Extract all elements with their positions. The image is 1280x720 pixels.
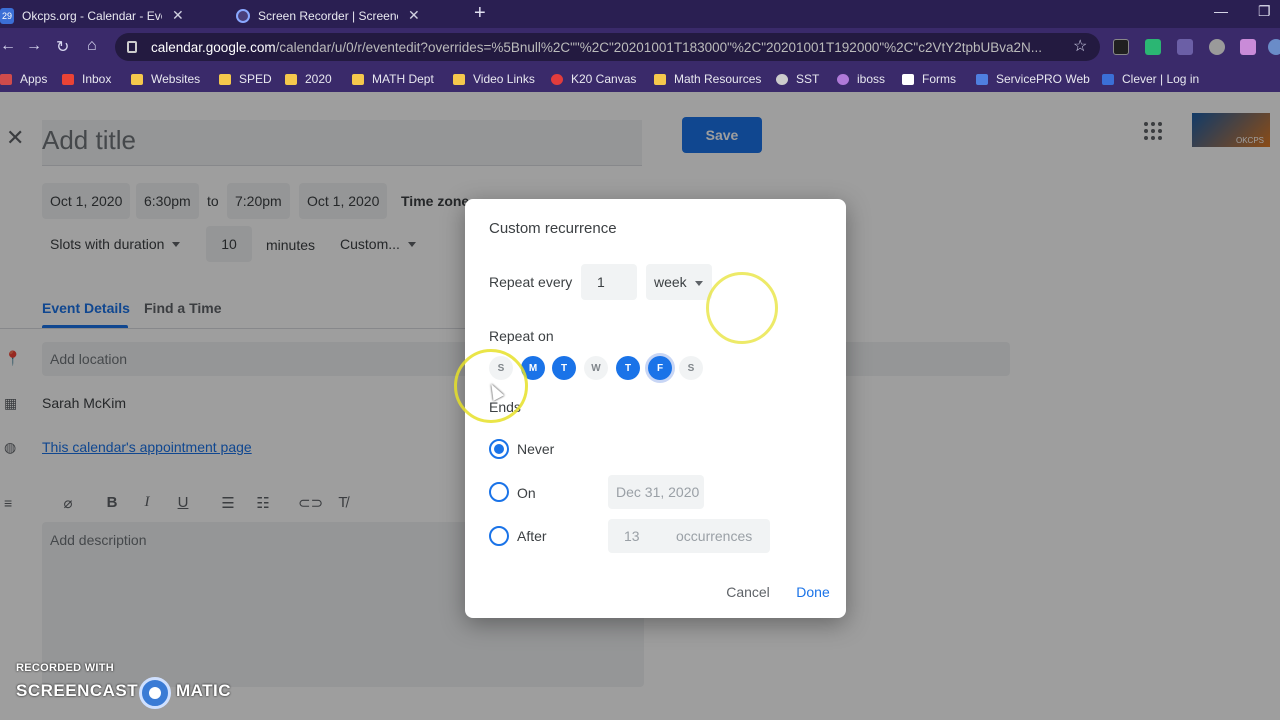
day-saturday-toggle[interactable]: S bbox=[679, 356, 703, 380]
folder-icon bbox=[654, 73, 666, 85]
extensions-puzzle-icon[interactable] bbox=[1240, 39, 1256, 55]
minimize-icon[interactable]: — bbox=[1214, 3, 1228, 19]
new-tab-button[interactable]: + bbox=[474, 2, 486, 25]
forms-icon bbox=[902, 73, 914, 85]
tab-bar: 29 Okcps.org - Calendar - Event det ✕ Sc… bbox=[0, 0, 1280, 28]
watermark-brand-right: MATIC bbox=[176, 681, 232, 700]
folder-icon bbox=[131, 73, 143, 85]
ends-on-radio[interactable] bbox=[489, 482, 509, 502]
bookmark-iboss[interactable]: iboss bbox=[837, 72, 885, 86]
url-host: calendar.google.com bbox=[151, 39, 276, 55]
end-date-input[interactable]: Dec 31, 2020 bbox=[608, 475, 704, 509]
bookmark-forms[interactable]: Forms bbox=[902, 72, 956, 86]
occurrences-label: occurrences bbox=[676, 528, 753, 544]
close-tab-icon[interactable]: ✕ bbox=[408, 7, 420, 24]
bookmark-math-resources[interactable]: Math Resources bbox=[654, 72, 761, 86]
address-bar[interactable]: calendar.google.com /calendar/u/0/r/even… bbox=[115, 33, 1100, 61]
screencast-favicon-icon bbox=[236, 8, 250, 23]
bookmark-websites[interactable]: Websites bbox=[131, 72, 200, 86]
ends-on-label: On bbox=[517, 485, 536, 501]
tab-title: Screen Recorder | Screencast-O- bbox=[258, 8, 398, 23]
bookmark-2020[interactable]: 2020 bbox=[285, 72, 332, 86]
restore-icon[interactable]: ❐ bbox=[1258, 3, 1271, 20]
ends-never-label: Never bbox=[517, 441, 555, 457]
custom-recurrence-dialog bbox=[465, 199, 846, 618]
done-button[interactable]: Done bbox=[788, 578, 838, 606]
folder-icon bbox=[285, 73, 297, 85]
tab-title: Okcps.org - Calendar - Event det bbox=[22, 8, 162, 23]
bookmark-apps[interactable]: Apps bbox=[0, 72, 47, 86]
browser-tab-screencast[interactable]: Screen Recorder | Screencast-O- ✕ bbox=[226, 3, 456, 28]
bookmark-video-links[interactable]: Video Links bbox=[453, 72, 535, 86]
bookmarks-bar: Apps Inbox Websites SPED 2020 MATH Dept … bbox=[0, 66, 1280, 92]
reload-icon[interactable]: ↻ bbox=[56, 37, 69, 57]
extension-gray-icon[interactable] bbox=[1209, 39, 1225, 55]
bookmark-star-icon[interactable]: ☆ bbox=[1073, 36, 1087, 56]
clever-icon bbox=[1102, 73, 1114, 85]
url-path: /calendar/u/0/r/eventedit?overrides=%5Bn… bbox=[275, 39, 1043, 55]
servicepro-icon bbox=[976, 73, 988, 85]
cancel-button[interactable]: Cancel bbox=[717, 578, 779, 606]
browser-tab-calendar[interactable]: 29 Okcps.org - Calendar - Event det ✕ bbox=[0, 3, 222, 28]
calendar-favicon-icon: 29 bbox=[0, 7, 14, 24]
sst-icon bbox=[776, 73, 788, 85]
day-wednesday-toggle[interactable]: W bbox=[584, 356, 608, 380]
profile-avatar[interactable] bbox=[1268, 39, 1280, 55]
lock-icon bbox=[127, 41, 137, 53]
bookmark-clever[interactable]: Clever | Log in bbox=[1102, 72, 1199, 86]
folder-icon bbox=[352, 73, 364, 85]
watermark-brand-left: SCREENCAST bbox=[16, 681, 139, 700]
bookmark-k20-canvas[interactable]: K20 Canvas bbox=[551, 72, 636, 86]
extension-green-icon[interactable] bbox=[1145, 39, 1161, 55]
dropdown-caret-icon bbox=[694, 280, 703, 286]
extension-on-icon[interactable] bbox=[1113, 39, 1129, 55]
screencast-logo-icon bbox=[139, 677, 171, 709]
repeat-every-label: Repeat every bbox=[489, 274, 573, 290]
bookmark-sst[interactable]: SST bbox=[776, 72, 819, 86]
repeat-unit-select[interactable]: week bbox=[646, 264, 712, 300]
iboss-icon bbox=[837, 73, 849, 85]
navigation-bar: ← → ↻ ⌂ calendar.google.com /calendar/u/… bbox=[0, 28, 1280, 66]
watermark-caption: RECORDED WITH bbox=[16, 662, 115, 674]
canvas-icon bbox=[551, 73, 563, 85]
day-friday-toggle[interactable]: F bbox=[648, 356, 672, 380]
extension-chart-icon[interactable] bbox=[1177, 39, 1193, 55]
repeat-on-label: Repeat on bbox=[489, 328, 554, 344]
day-tuesday-toggle[interactable]: T bbox=[552, 356, 576, 380]
home-icon[interactable]: ⌂ bbox=[87, 37, 97, 55]
bookmark-sped[interactable]: SPED bbox=[219, 72, 272, 86]
close-tab-icon[interactable]: ✕ bbox=[172, 7, 184, 24]
day-thursday-toggle[interactable]: T bbox=[616, 356, 640, 380]
occurrences-count: 13 bbox=[624, 528, 640, 544]
dialog-title: Custom recurrence bbox=[489, 220, 617, 237]
ends-never-radio[interactable] bbox=[489, 439, 509, 459]
gmail-icon bbox=[62, 73, 74, 85]
repeat-interval-input[interactable]: 1 bbox=[581, 264, 637, 300]
click-highlight-ring bbox=[706, 272, 778, 344]
bookmark-math-dept[interactable]: MATH Dept bbox=[352, 72, 434, 86]
folder-icon bbox=[453, 73, 465, 85]
forward-icon[interactable]: → bbox=[26, 37, 42, 55]
bookmark-servicepro[interactable]: ServicePRO Web bbox=[976, 72, 1090, 86]
folder-icon bbox=[219, 73, 231, 85]
apps-grid-icon bbox=[0, 73, 12, 85]
bookmark-inbox[interactable]: Inbox bbox=[62, 72, 111, 86]
ends-after-radio[interactable] bbox=[489, 526, 509, 546]
back-icon[interactable]: ← bbox=[0, 37, 16, 55]
ends-after-label: After bbox=[517, 528, 547, 544]
